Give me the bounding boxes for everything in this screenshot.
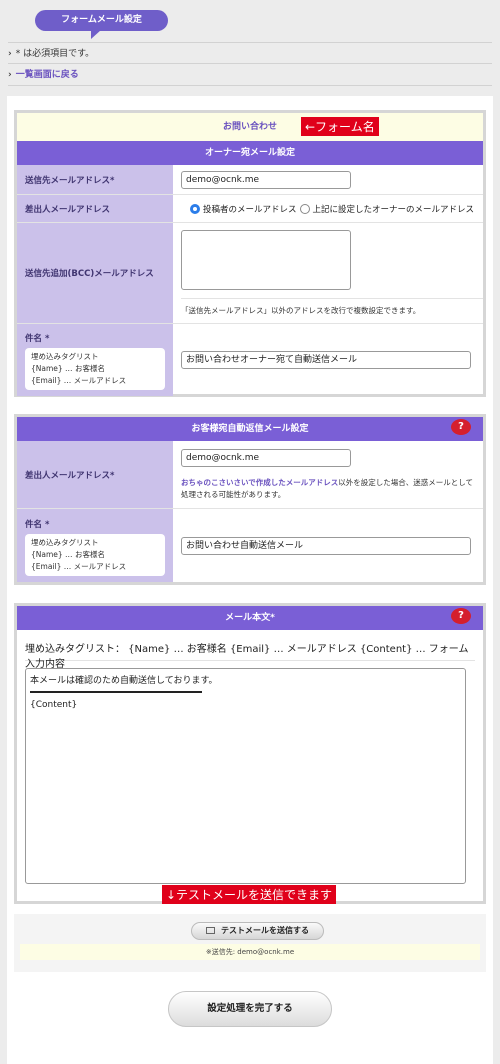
main-panel: お問い合わせ ←フォーム名 オーナー宛メール設定 送信先メールアドレス* dem… [7,96,493,1064]
form-name-annotation: ←フォーム名 [301,117,379,136]
from-owner-label: 上記に設定したオーナーのメールアドレス [312,204,475,215]
owner-subject-label: 件名 * [25,334,50,344]
owner-bcc-textarea[interactable] [181,230,351,290]
customer-reply-heading: お客様宛自動返信メール設定 ? [17,417,483,441]
required-note-line: › * は必須項目です。 [8,42,492,64]
owner-tag-list: 埋め込みタグリスト {Name} … お客様名 {Email} … メールアドレ… [25,348,165,390]
customer-reply-section: お客様宛自動返信メール設定 ? 差出人メールアドレス* demo@ocnk.me… [14,414,486,585]
owner-subject-label-cell: 件名 * 埋め込みタグリスト {Name} … お客様名 {Email} … メ… [17,324,173,396]
customer-subject-label: 件名 * [25,519,50,530]
customer-tag-list: 埋め込みタグリスト {Name} … お客様名 {Email} … メールアドレ… [25,533,165,576]
tag-list-name: {Name} … お客様名 [31,364,105,373]
chevron-right-icon: › [8,70,12,80]
owner-to-row: 送信先メールアドレス* demo@ocnk.me [17,165,483,195]
mail-body-textarea[interactable]: 本メールは確認のため自動送信しております。 {Content} [25,668,466,884]
customer-subject-input[interactable]: お問い合わせ自動送信メール [181,536,471,555]
customer-subject-row: 件名 * 埋め込みタグリスト {Name} … お客様名 {Email} … メ… [17,509,483,582]
owner-subject-input[interactable]: お問い合わせオーナー宛て自動送信メール [181,351,471,369]
customer-from-row: 差出人メールアドレス* demo@ocnk.me おちゃのこさいさいで作成したメ… [17,441,483,509]
test-mail-annotation: ↓テストメールを送信できます [162,885,337,904]
chevron-right-icon: › [8,49,12,59]
customer-subject-label-cell: 件名 * 埋め込みタグリスト {Name} … お客様名 {Email} … メ… [17,509,173,582]
test-sent-to: ※送信先: demo@ocnk.me [20,944,480,960]
mail-body-heading-text: メール本文* [225,613,275,623]
help-icon[interactable]: ? [451,608,471,624]
mail-body-heading: メール本文* ? [17,606,483,630]
complete-settings-button[interactable]: 設定処理を完了する [168,991,332,1027]
test-mail-area: テストメールを送信する ※送信先: demo@ocnk.me [14,914,486,972]
send-test-mail-button[interactable]: テストメールを送信する [191,922,324,940]
help-icon[interactable]: ? [451,419,471,435]
owner-to-input[interactable]: demo@ocnk.me [181,170,351,189]
form-name: お問い合わせ [222,122,277,132]
owner-subject-row: 件名 * 埋め込みタグリスト {Name} … お客様名 {Email} … メ… [17,324,483,396]
mail-body-divider [30,691,202,693]
owner-bcc-note: 「送信先メールアドレス」以外のアドレスを改行で複数設定できます。 [181,306,421,315]
back-to-list-link[interactable]: 一覧画面に戻る [16,70,79,80]
from-poster-label: 投稿者のメールアドレス [202,204,297,215]
form-name-bar: お問い合わせ ←フォーム名 [17,113,483,141]
from-owner-radio[interactable] [299,203,310,214]
owner-from-row: 差出人メールアドレス 投稿者のメールアドレス 上記に設定したオーナーのメールアド… [17,195,483,223]
back-link-line: › 一覧画面に戻る [8,64,492,86]
tag-list-email: {Email} … メールアドレス [31,561,127,571]
customer-from-note: おちゃのこさいさいで作成したメールアドレス以外を設定した場合、迷惑メールとして処… [181,477,483,501]
customer-note-highlight: おちゃのこさいさいで作成したメールアドレス [181,477,339,487]
mail-body-section: メール本文* ? 埋め込みタグリスト： {Name} … お客様名 {Email… [14,603,486,904]
send-test-mail-label: テストメールを送信する [221,926,309,935]
mail-icon [206,927,215,934]
mail-body-content-tag: {Content} [30,700,78,710]
tag-list-title: 埋め込みタグリスト [31,352,99,361]
mail-body-line1: 本メールは確認のため自動送信しております。 [30,676,218,686]
owner-to-label: 送信先メールアドレス* [17,165,173,194]
tag-list-email: {Email} … メールアドレス [31,376,127,385]
tag-list-title: 埋め込みタグリスト [31,537,99,547]
customer-from-label: 差出人メールアドレス* [17,441,173,508]
owner-from-label: 差出人メールアドレス [17,195,173,222]
tag-list-name: {Name} … お客様名 [31,549,105,559]
from-poster-radio[interactable] [189,203,200,214]
body-tag-list: 埋め込みタグリスト： {Name} … お客様名 {Email} … メールアド… [25,644,469,670]
owner-mail-section: お問い合わせ ←フォーム名 オーナー宛メール設定 送信先メールアドレス* dem… [14,110,486,397]
customer-from-input[interactable]: demo@ocnk.me [181,448,351,467]
customer-reply-heading-text: お客様宛自動返信メール設定 [191,424,309,434]
owner-mail-heading: オーナー宛メール設定 [17,141,483,165]
required-note: * は必須項目です。 [15,49,95,59]
page-title-tab: フォームメール設定 [35,10,168,39]
owner-bcc-row: 送信先追加(BCC)メールアドレス 「送信先メールアドレス」以外のアドレスを改行… [17,223,483,324]
owner-bcc-label: 送信先追加(BCC)メールアドレス [17,223,173,323]
